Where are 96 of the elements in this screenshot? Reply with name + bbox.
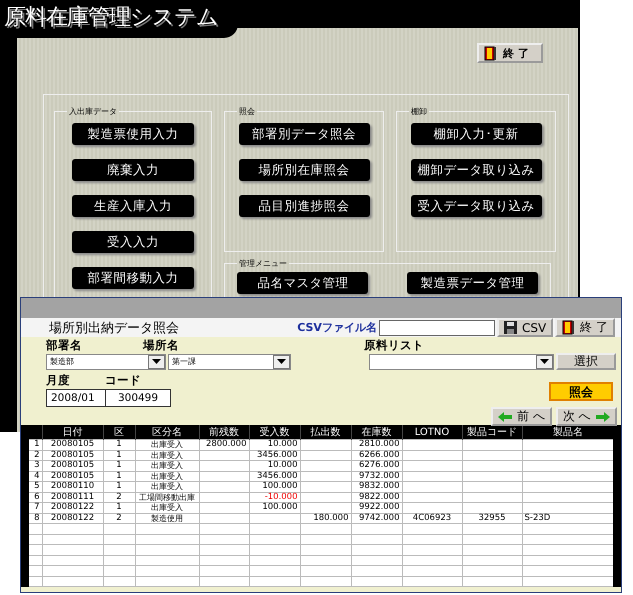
previous-button[interactable]: 前 へ [491,407,552,426]
table-cell: 出庫受入 [135,440,199,450]
table-cell: 3456.000 [249,450,300,460]
table-cell: 9922.000 [351,502,402,513]
month-field[interactable]: 2008/01 [46,389,106,407]
dropdown[interactable] [369,354,554,370]
table-cell: 20080105 [42,460,103,471]
table-cell: 100.000 [249,482,300,492]
dropdown-arrow-icon [152,359,161,364]
table-cell: 工場間移動出庫 [135,492,199,502]
menu-button[interactable]: 品目別進捗照会 [238,195,370,217]
table-cell: 20080105 [42,471,103,482]
menu-button[interactable]: 製造票使用入力 [72,123,194,145]
table-cell: 20080105 [42,440,103,450]
right-arrow-icon [596,412,610,422]
table-cell: 9832.000 [351,482,402,492]
door-icon [484,46,497,60]
column-header: 受入数 [249,425,300,440]
group-label: 管理メニュー [238,258,288,269]
table-cell: -10.000 [249,492,300,502]
query-button[interactable]: 照会 [549,382,613,400]
table-cell: 2800.000 [199,440,249,450]
column-header: 在庫数 [351,425,402,440]
table-cell: 2810.000 [351,440,402,450]
dropdown-arrow-icon [540,359,549,364]
field-label: 場所名 [143,338,180,353]
column-header: 区 [103,425,135,440]
field-label: 部署名 [46,338,83,353]
field-label: 原料リスト [364,338,424,353]
table-cell: 1 [103,450,135,460]
table-cell: 2 [103,513,135,524]
menu-button[interactable]: 棚卸データ取り込み [410,159,542,181]
menu-button[interactable]: 部署別データ照会 [238,123,370,145]
menu-button[interactable]: 場所別在庫照会 [238,159,370,181]
column-header: 区分名 [135,425,199,440]
dropdown[interactable]: 第一課 [168,354,291,370]
table-cell: 3456.000 [249,471,300,482]
select-button[interactable]: 選択 [556,353,616,370]
column-header: 前残数 [199,425,249,440]
next-button[interactable]: 次 へ [556,407,617,426]
table-cell: 1 [103,502,135,513]
table-cell: 9822.000 [351,492,402,502]
csv-file-label: CSVファイル名 [297,320,377,335]
table-cell: 180.000 [300,513,351,524]
menu-button[interactable]: 生産入庫入力 [72,195,194,217]
table-cell: 6266.000 [351,450,402,460]
table-cell: 出庫受入 [135,502,199,513]
table-cell: 10.000 [249,440,300,450]
table-cell: 10.000 [249,460,300,471]
group-label: 棚卸 [410,106,428,117]
table-cell: 出庫受入 [135,482,199,492]
csv-file-field[interactable] [378,320,495,336]
table-cell: 100.000 [249,502,300,513]
table-cell: 1 [103,471,135,482]
exit-button[interactable]: 終 了 [555,318,615,337]
table-cell: 20080122 [42,502,103,513]
field-label: 月度 [46,373,71,388]
table-cell: 9732.000 [351,471,402,482]
code-field[interactable]: 300499 [106,389,171,407]
table-cell: 20080105 [42,450,103,460]
field-label: コード [105,373,141,388]
left-arrow-icon [498,412,512,422]
table-cell: 製造使用 [135,513,199,524]
table-cell: 出庫受入 [135,460,199,471]
menu-button[interactable]: 廃棄入力 [72,159,194,181]
table-cell: 2 [103,492,135,502]
exit-button[interactable]: 終 了 [477,43,543,63]
group-label: 照会 [238,106,256,117]
menu-button[interactable]: 受入入力 [72,231,194,253]
menu-button[interactable]: 製造票データ管理 [406,272,538,294]
table-cell: 20080122 [42,513,103,524]
menu-button[interactable]: 品名マスタ管理 [237,272,368,294]
table-cell: 9742.000 [351,513,402,524]
column-header: 日付 [42,425,103,440]
table-cell: 1 [103,440,135,450]
table-cell: 32955 [462,513,522,524]
table-cell: 出庫受入 [135,450,199,460]
table-cell: 4C06923 [402,513,462,524]
table-cell: 20080110 [42,482,103,492]
column-header: LOTNO [402,425,462,440]
table-cell: 6276.000 [351,460,402,471]
window-title: 場所別出納データ照会 [49,320,180,336]
door-icon [562,320,576,335]
csv-button[interactable]: CSV [496,318,554,337]
menu-button[interactable]: 部署間移動入力 [72,267,194,289]
save-icon [504,321,517,334]
dropdown[interactable]: 製造部 [46,354,166,370]
menu-button[interactable]: 受入データ取り込み [410,195,542,217]
table-cell: 1 [103,482,135,492]
table-cell: 20080111 [42,492,103,502]
table-cell: 出庫受入 [135,471,199,482]
menu-button[interactable]: 棚卸入力･更新 [410,123,542,145]
table-cell: 1 [103,460,135,471]
column-header: 払出数 [300,425,351,440]
dropdown-arrow-icon [277,359,286,364]
group-label: 入出庫データ [68,106,118,117]
